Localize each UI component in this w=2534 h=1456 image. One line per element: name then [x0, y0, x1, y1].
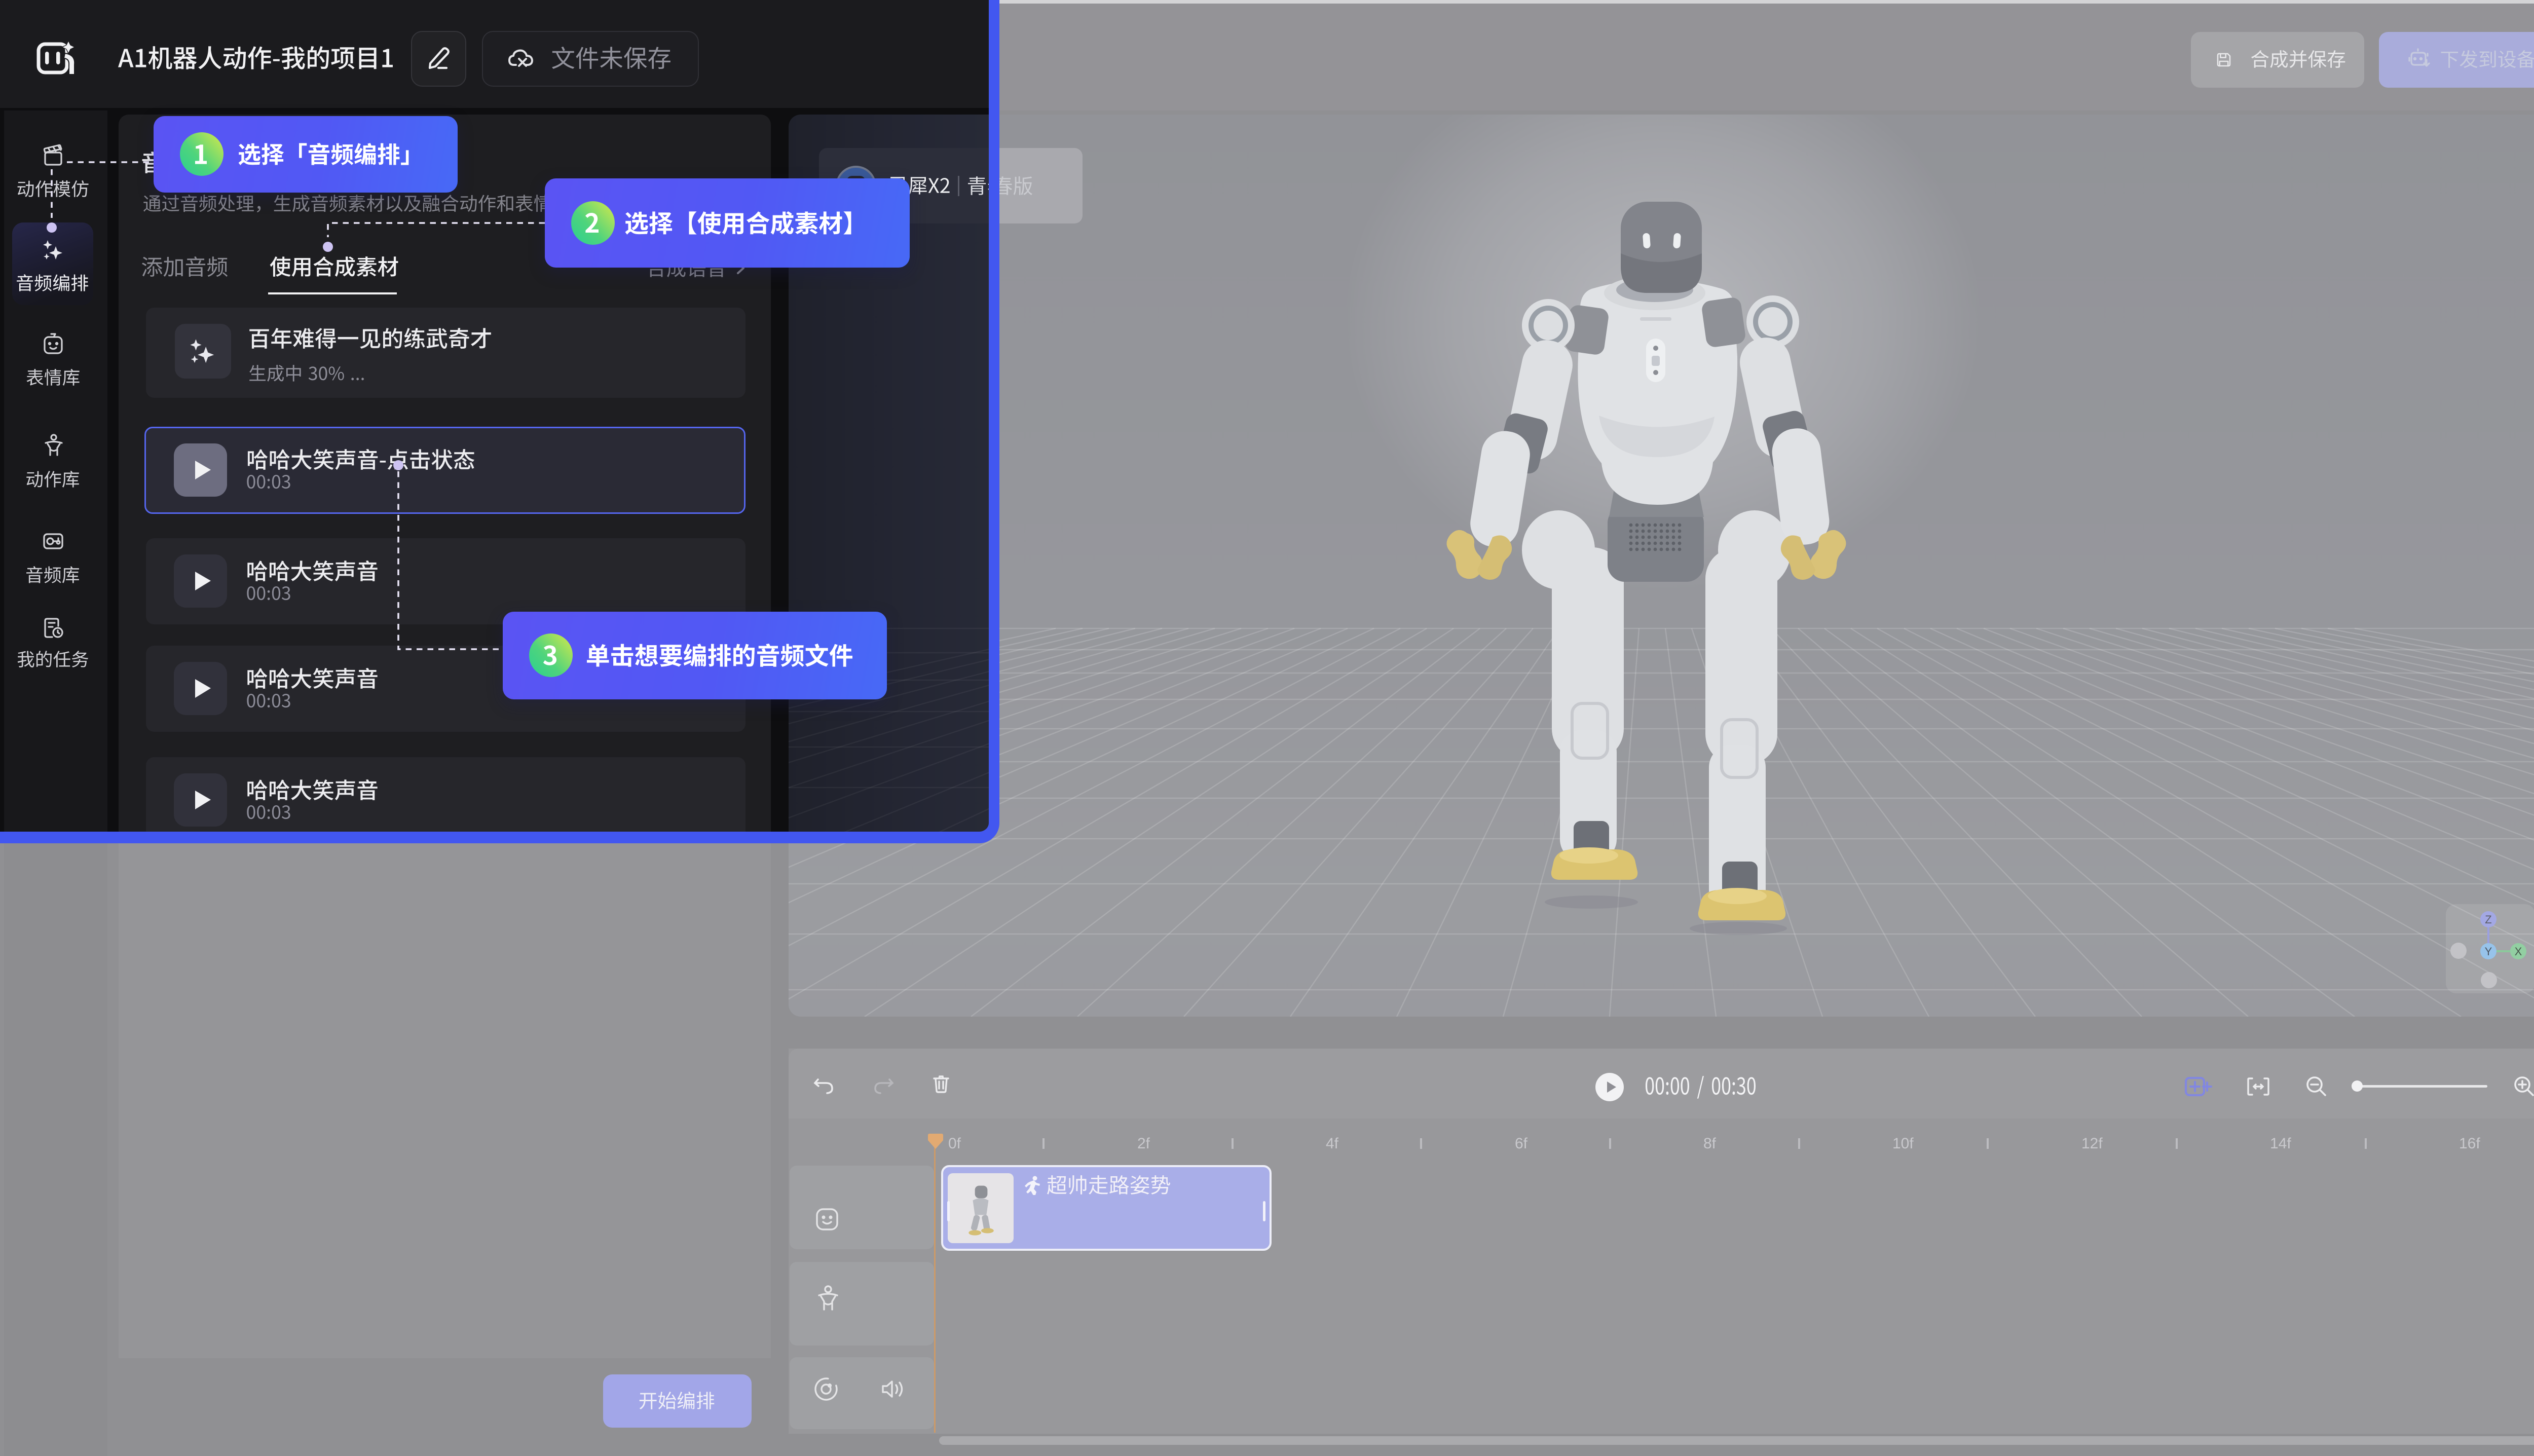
svg-text:X: X [2515, 945, 2522, 958]
svg-text:Y: Y [2485, 945, 2492, 958]
svg-text:Z: Z [2485, 913, 2491, 926]
